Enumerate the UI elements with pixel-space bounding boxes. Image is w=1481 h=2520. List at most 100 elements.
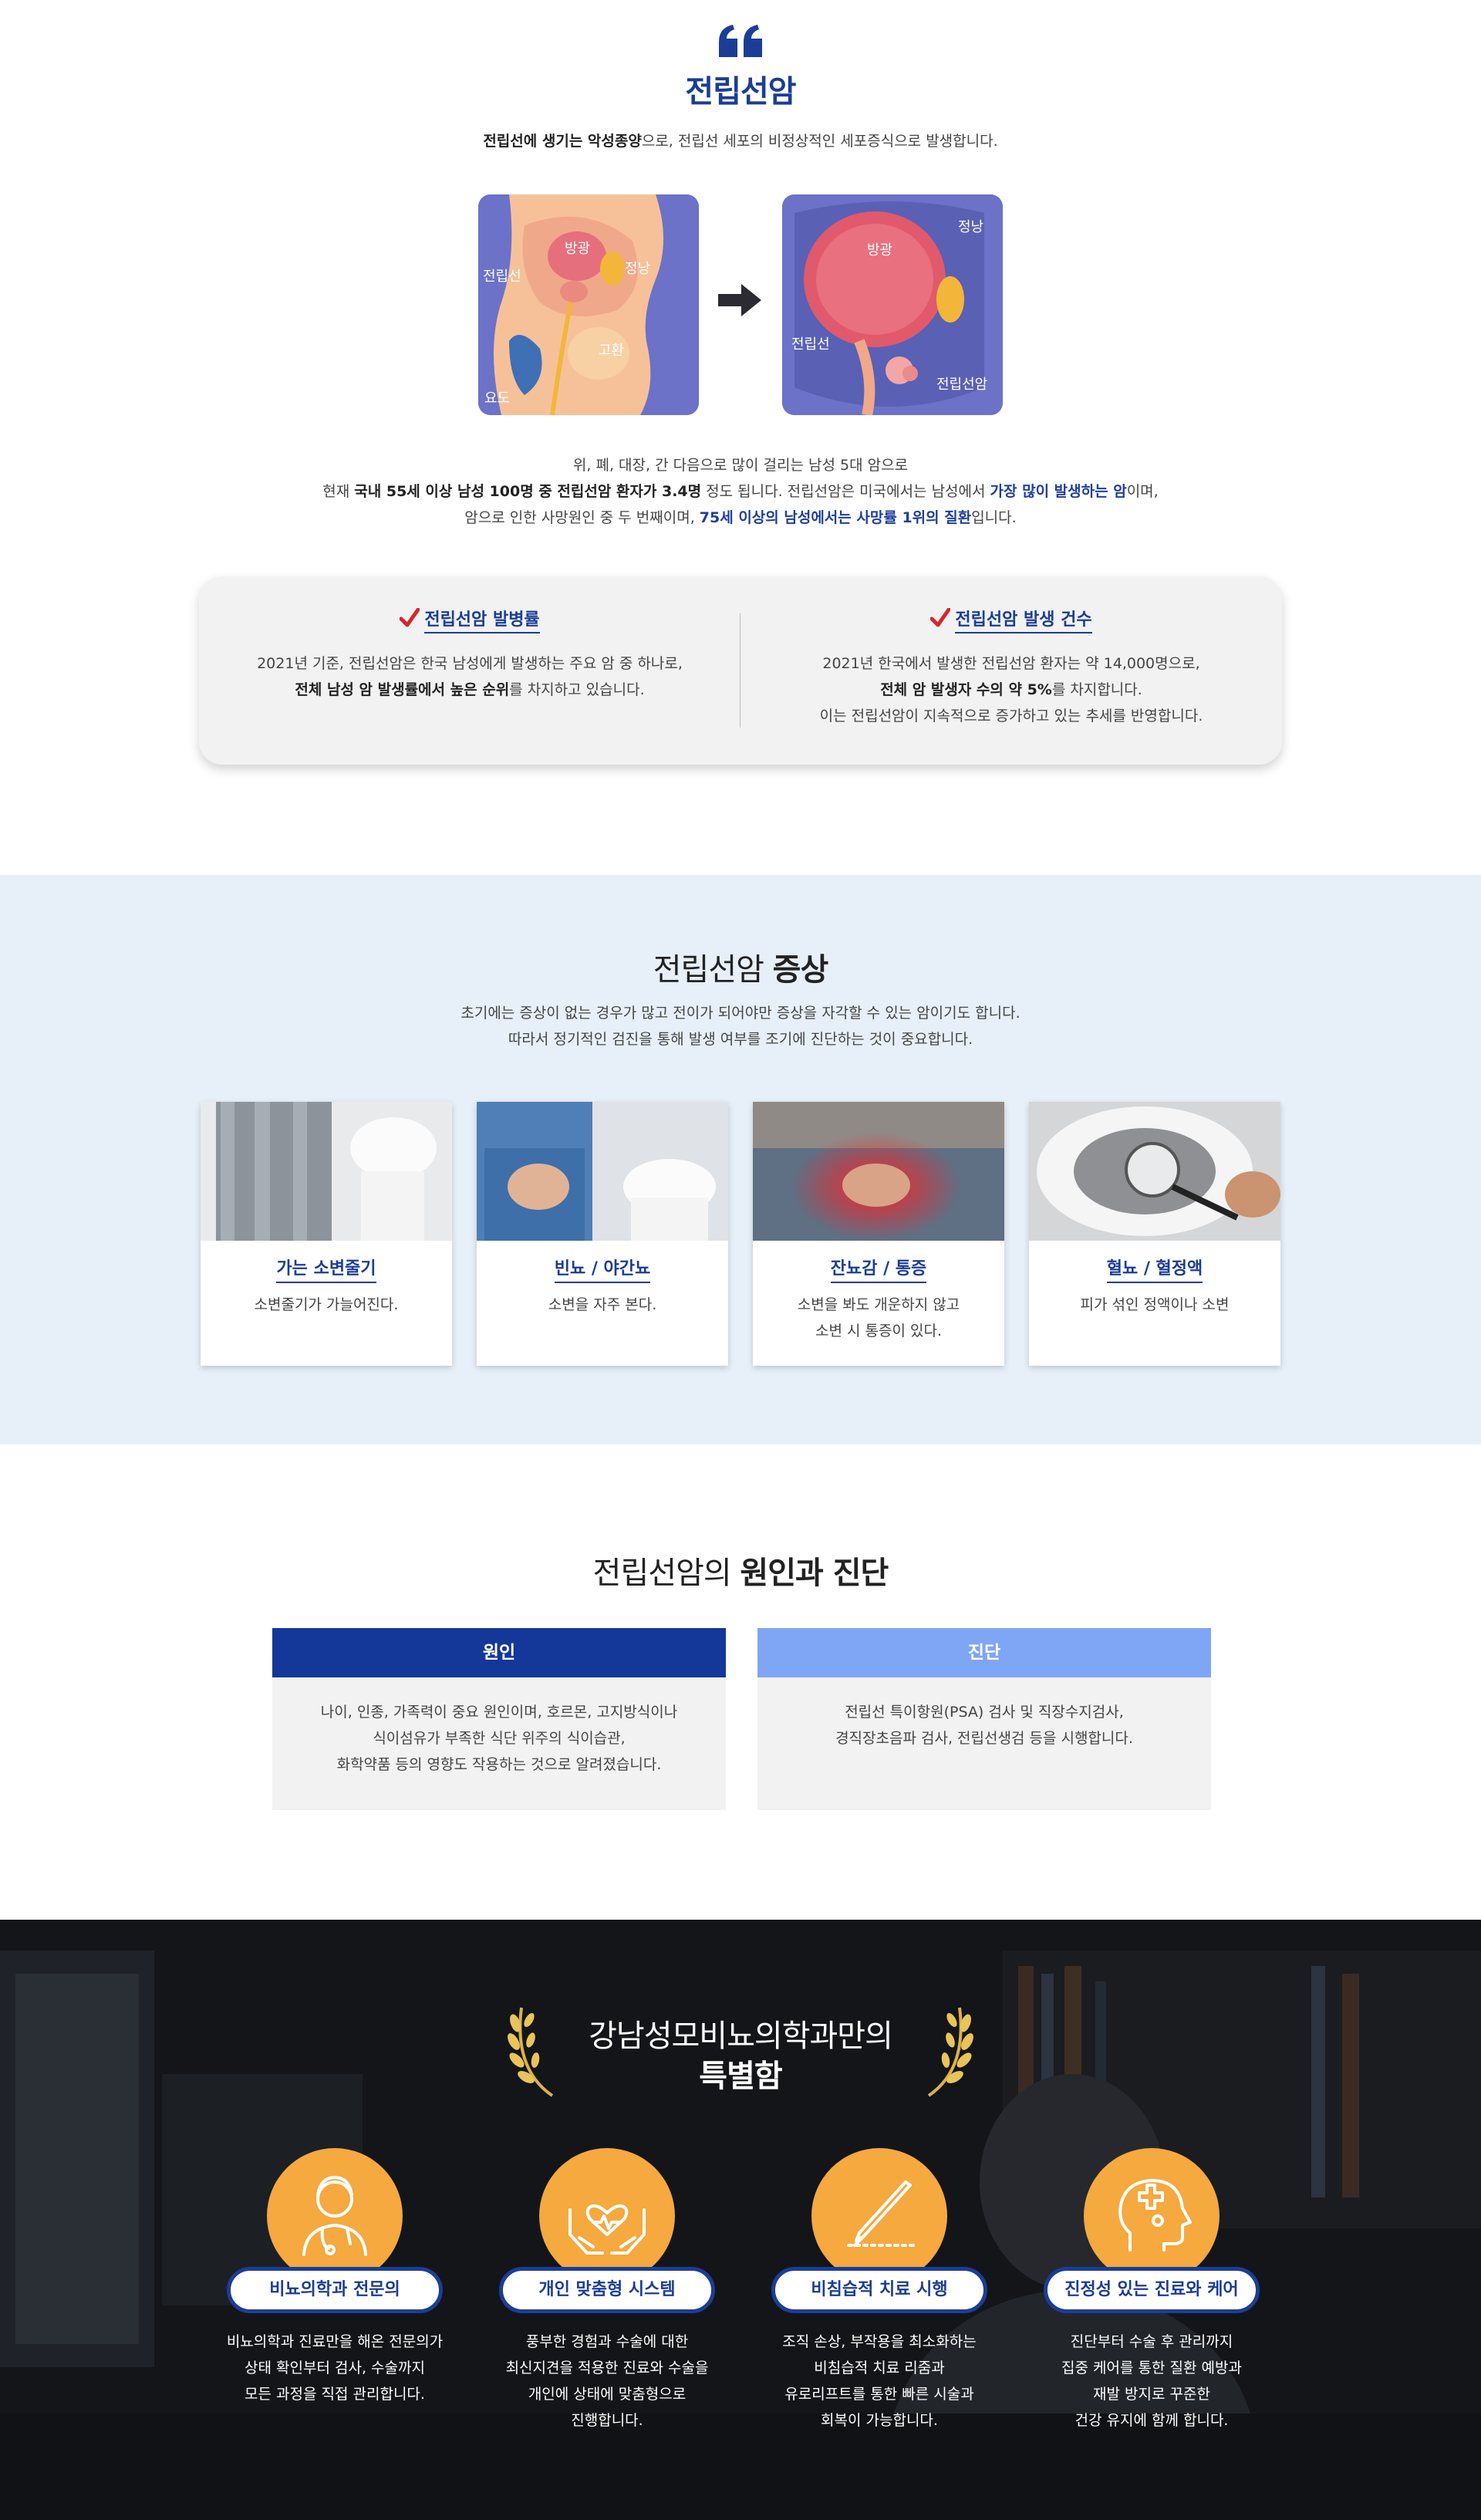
stat-line-3: 암으로 인한 사망원인 중 두 번째이며, 75세 이상의 남성에서는 사망률 … [0,505,1481,531]
symptom-photo [477,1102,728,1241]
desc-line: 유로리프트를 통한 빠른 시술과 [784,2386,974,2403]
card-title-text: 전립선암 발병률 [424,610,540,633]
symptoms-title: 전립선암 증상 [0,944,1481,989]
page-title: 전립선암 [685,74,796,110]
label-testis: 고환 [599,343,625,359]
symptom-photo [753,1102,1004,1241]
desc-line: 피가 섞인 정액이나 소변 [1080,1296,1230,1313]
symptom-description: 소변을 봐도 개운하지 않고소변 시 통증이 있다. [753,1292,1004,1344]
desc-line: 비뇨의학과 진료만을 해온 전문의가 [226,2333,444,2350]
label-bladder: 방광 [867,242,893,258]
check-icon [400,608,420,627]
label-seminal: 정낭 [958,219,984,235]
desc-line: 풍부한 경험과 수술에 대한 [525,2333,689,2350]
body-line: 경직장초음파 검사, 전립선생검 등을 시행합니다. [835,1730,1133,1747]
symptoms-section: 전립선암 증상 초기에는 증상이 없는 경우가 많고 전이가 되어야만 증상을 … [0,875,1481,1444]
stat-text: 입니다. [971,509,1017,526]
label-seminal: 정낭 [625,261,651,277]
symptom-title-text: 잔뇨감 / 통증 [830,1259,927,1283]
card-line: 전체 남성 암 발생률에서 높은 순위를 차지하고 있습니다. [199,677,740,703]
feature-description: 진단부터 수술 후 관리까지 집중 케어를 통한 질환 예방과 재발 방지로 꾸… [1021,2329,1283,2434]
feature-description: 풍부한 경험과 수술에 대한 최신지견을 적용한 진료와 수술을 개인에 상태에… [476,2329,738,2434]
title-bold: 원인과 진단 [740,1556,889,1591]
feature-noninvasive: 비침습적 치료 시행 조직 손상, 부작용을 최소화하는 비침습적 치료 리줌과… [748,2148,1010,2472]
desc-line: 진행합니다. [571,2412,643,2429]
symptom-photo [201,1102,452,1241]
body-line: 전립선 특이항원(PSA) 검사 및 직장수지검사, [845,1704,1124,1721]
feature-sincere-care: 진정성 있는 진료와 케어 진단부터 수술 후 관리까지 집중 케어를 통한 질… [1021,2148,1283,2472]
stat-text: 현재 [322,483,355,500]
anatomy-illustration [478,194,699,415]
symptom-description: 소변줄기가 가늘어진다. [201,1292,452,1318]
check-icon [930,608,951,627]
diagnosis-header: 진단 [757,1628,1211,1677]
feature-label-pill: 진정성 있는 진료와 케어 [1044,2267,1260,2313]
title-light: 전립선암 [653,952,773,988]
doctor-icon [267,2148,403,2284]
intro-section: 전립선암 전립선에 생기는 악성종양으로, 전립선 세포의 비정상적인 세포증식… [0,0,1481,875]
stat-text: 암으로 인한 사망원인 중 두 번째이며, [464,509,700,526]
symptom-title-text: 가는 소변줄기 [276,1259,376,1283]
cause-diagnosis-title: 전립선암의 원인과 진단 [0,1548,1481,1593]
desc-line: 초기에는 증상이 없는 경우가 많고 전이가 되어야만 증상을 자각할 수 있는… [460,1005,1021,1022]
stat-highlight-blue: 75세 이상의 남성에서는 사망률 1위의 질환 [699,509,972,526]
card-title-text: 전립선암 발생 건수 [955,610,1092,633]
title-light: 전립선암의 [592,1556,740,1591]
cause-diagnosis-section: 전립선암의 원인과 진단 원인 나이, 인종, 가족력이 중요 원인이며, 호르… [0,1444,1481,1920]
feature-description: 비뇨의학과 진료만을 해온 전문의가 상태 확인부터 검사, 수술까지 모든 과… [204,2329,466,2407]
card-highlight: 전체 남성 암 발생률에서 높은 순위 [295,681,510,698]
symptom-description: 피가 섞인 정액이나 소변 [1029,1292,1280,1318]
scalpel-icon [811,2148,947,2284]
special-title-line2: 특별함 [699,2059,782,2094]
card-line: 이는 전립선암이 지속적으로 증가하고 있는 추세를 반영합니다. [819,708,1203,725]
diagnosis-body: 전립선 특이항원(PSA) 검사 및 직장수지검사, 경직장초음파 검사, 전립… [757,1677,1211,1810]
diagnosis-box: 진단 전립선 특이항원(PSA) 검사 및 직장수지검사, 경직장초음파 검사,… [757,1628,1211,1810]
cause-body: 나이, 인종, 가족력이 중요 원인이며, 호르몬, 고지방식이나 식이섬유가 … [272,1677,726,1810]
symptom-title: 잔뇨감 / 통증 [753,1255,1004,1283]
symptoms-description: 초기에는 증상이 없는 경우가 많고 전이가 되어야만 증상을 자각할 수 있는… [0,1000,1481,1052]
stat-line-2: 현재 국내 55세 이상 남성 100명 중 전립선암 환자가 3.4명 정도 … [0,478,1481,505]
card-text: 를 차지하고 있습니다. [509,681,645,698]
incidence-rate-body: 2021년 기준, 전립선암은 한국 남성에게 발생하는 주요 암 중 하나로,… [199,650,740,703]
card-line: 2021년 한국에서 발생한 전립선암 환자는 약 14,000명으로, [822,655,1200,672]
symptom-card-hematuria: 혈뇨 / 혈정액 피가 섞인 정액이나 소변 [1029,1102,1280,1366]
label-urethra: 요도 [484,390,511,407]
care-hands-icon [539,2148,675,2284]
statistics-paragraph: 위, 폐, 대장, 간 다음으로 많이 걸리는 남성 5대 암으로 현재 국내 … [0,452,1481,531]
incidence-rate-column: 전립선암 발병률 2021년 기준, 전립선암은 한국 남성에게 발생하는 주요… [199,576,740,765]
card-text: 를 차지합니다. [1051,681,1142,698]
feature-label-pill: 비뇨의학과 전문의 [227,2267,443,2313]
intro-description-bold: 전립선에 생기는 악성종양 [483,133,642,150]
intro-description: 전립선에 생기는 악성종양으로, 전립선 세포의 비정상적인 세포증식으로 발생… [0,130,1481,150]
desc-line: 따라서 정기적인 검진을 통해 발생 여부를 조기에 진단하는 것이 중요합니다… [508,1031,973,1048]
symptom-card-frequent-urination: 빈뇨 / 야간뇨 소변을 자주 본다. [477,1102,728,1366]
intro-description-rest: 으로, 전립선 세포의 비정상적인 세포증식으로 발생합니다. [641,133,998,150]
symptom-title: 가는 소변줄기 [201,1255,452,1283]
stat-text: 정도 됩니다. 전립선암은 미국에서는 남성에서 [701,483,990,500]
desc-line: 소변을 봐도 개운하지 않고 [797,1296,960,1313]
label-prostate: 전립선 [483,269,521,285]
feature-label-pill: 개인 맞춤형 시스템 [499,2267,715,2313]
stat-highlight: 국내 55세 이상 남성 100명 중 전립선암 환자가 3.4명 [354,483,702,500]
head-medical-icon [1084,2148,1220,2284]
symptom-title-text: 빈뇨 / 야간뇨 [554,1259,651,1283]
special-title-line1: 강남성모비뇨의학과만의 [589,2018,893,2054]
desc-line: 회복이 가능합니다. [821,2412,938,2429]
desc-line: 소변 시 통증이 있다. [815,1322,942,1339]
desc-line: 건강 유지에 함께 합니다. [1074,2412,1229,2429]
special-features-section: 강남성모비뇨의학과만의 특별함 비뇨의학과 전문의 비뇨의학과 진료만을 해온 … [0,1920,1481,2520]
card-line: 2021년 기준, 전립선암은 한국 남성에게 발생하는 주요 암 중 하나로, [257,655,683,672]
symptom-photo [1029,1102,1280,1241]
symptom-description: 소변을 자주 본다. [477,1292,728,1318]
desc-line: 집중 케어를 통한 질환 예방과 [1061,2360,1242,2376]
quote-icon [719,25,762,57]
case-count-column: 전립선암 발생 건수 2021년 한국에서 발생한 전립선암 환자는 약 14,… [740,576,1282,765]
symptom-card-weak-stream: 가는 소변줄기 소변줄기가 가늘어진다. [201,1102,452,1366]
desc-line: 조직 손상, 부작용을 최소화하는 [782,2333,977,2350]
feature-label-pill: 비침습적 치료 시행 [771,2267,987,2313]
desc-line: 모든 과정을 직접 관리합니다. [245,2386,425,2403]
anatomy-diagram-normal: 방광 정낭 전립선 고환 요도 [478,194,699,415]
label-prostate-cancer: 전립선암 [936,377,988,393]
case-count-body: 2021년 한국에서 발생한 전립선암 환자는 약 14,000명으로, 전체 … [740,650,1282,729]
desc-line: 진단부터 수술 후 관리까지 [1070,2333,1233,2350]
